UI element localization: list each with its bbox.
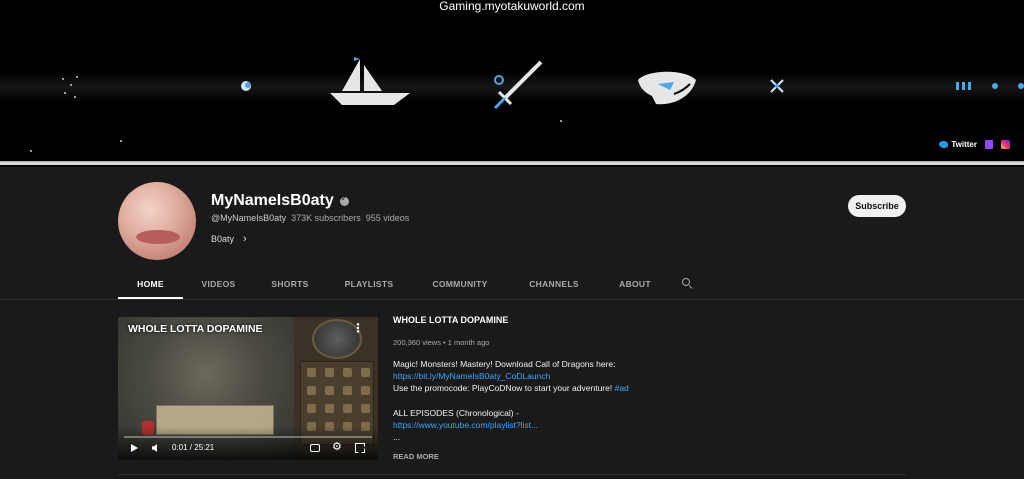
watermark: Gaming.myotakuworld.com	[439, 0, 585, 13]
captions-icon[interactable]	[310, 444, 320, 452]
twitter-link[interactable]: Twitter	[939, 140, 977, 149]
channel-meta: @MyNameIsB0aty 373K subscribers 955 vide…	[211, 213, 409, 223]
star	[74, 96, 76, 98]
time-display: 0:01 / 25:21	[172, 443, 215, 452]
twitter-icon	[939, 141, 949, 148]
moon-icon	[241, 81, 251, 91]
tab-community[interactable]: COMMUNITY	[412, 270, 508, 299]
section-divider	[118, 474, 906, 475]
banner-dots	[956, 82, 1024, 90]
video-count: 955 videos	[365, 213, 410, 223]
sailboat-icon	[330, 57, 410, 105]
progress-bar[interactable]	[124, 436, 372, 438]
channel-name: MyNameIsB0aty	[211, 192, 349, 210]
twitch-icon	[985, 140, 993, 149]
star	[62, 78, 64, 80]
tab-about[interactable]: ABOUT	[600, 270, 670, 299]
channel-tabs: HOME VIDEOS SHORTS PLAYLISTS COMMUNITY C…	[118, 270, 670, 299]
tab-playlists[interactable]: PLAYLISTS	[326, 270, 412, 299]
channel-name-text: MyNameIsB0aty	[211, 192, 334, 209]
tabs-divider	[0, 299, 1024, 300]
volume-icon[interactable]	[152, 444, 157, 452]
sword-icon	[493, 60, 543, 110]
desc-line: Magic! Monsters! Mastery! Download Call …	[393, 359, 616, 369]
player-controls: 0:01 / 25:21 ⚙	[118, 442, 378, 456]
channel-description-link[interactable]: B0aty ›	[211, 233, 247, 245]
star	[76, 76, 78, 78]
instagram-icon	[1001, 140, 1010, 149]
featured-video-title[interactable]: WHOLE LOTTA DOPAMINE	[393, 315, 733, 325]
channel-avatar[interactable]	[118, 182, 196, 260]
desc-line: ALL EPISODES (Chronological) -	[393, 408, 519, 418]
play-icon[interactable]	[131, 444, 138, 452]
subscriber-count: 373K subscribers	[291, 213, 361, 223]
fullscreen-icon[interactable]	[355, 443, 365, 453]
banner-social-links: Twitter	[939, 140, 1010, 149]
more-vert-icon[interactable]: ⋮	[352, 321, 364, 335]
twitter-label: Twitter	[951, 140, 977, 149]
desc-line: Use the promocode: PlayCoDNow to start y…	[393, 383, 613, 393]
star	[30, 150, 32, 152]
settings-gear-icon[interactable]: ⚙	[332, 442, 342, 453]
tab-channels[interactable]: CHANNELS	[508, 270, 600, 299]
player-title[interactable]: WHOLE LOTTA DOPAMINE	[128, 323, 263, 335]
tab-home[interactable]: HOME	[118, 270, 183, 299]
desc-link[interactable]: https://www.youtube.com/playlist?list...	[393, 420, 538, 430]
star	[70, 84, 72, 86]
chevron-right-icon: ›	[243, 233, 247, 245]
star	[64, 92, 66, 94]
star	[120, 140, 122, 142]
featured-video-info: WHOLE LOTTA DOPAMINE 200,360 views • 1 m…	[393, 315, 733, 461]
search-icon[interactable]	[682, 278, 693, 290]
featured-video-meta: 200,360 views • 1 month ago	[393, 338, 490, 347]
tab-videos[interactable]: VIDEOS	[183, 270, 254, 299]
avatar-detail	[136, 230, 180, 244]
read-more-button[interactable]: READ MORE	[393, 452, 733, 461]
channel-handle: @MyNameIsB0aty	[211, 213, 287, 223]
sparkle-icon	[770, 79, 784, 93]
featured-video-player[interactable]: WHOLE LOTTA DOPAMINE ⋮ 0:01 / 25:21 ⚙	[118, 317, 378, 460]
subscribe-button[interactable]: Subscribe	[848, 195, 906, 217]
instagram-link[interactable]	[1001, 140, 1010, 149]
channel-banner: Twitter	[0, 0, 1024, 167]
tab-shorts[interactable]: SHORTS	[254, 270, 326, 299]
star	[560, 120, 562, 122]
channel-link-label: B0aty	[211, 234, 235, 244]
twitch-link[interactable]	[985, 140, 993, 149]
banner-horizon	[0, 161, 1024, 165]
verified-icon	[339, 194, 349, 206]
hashtag-link[interactable]: #ad	[615, 383, 629, 393]
desc-link[interactable]: https://bit.ly/MyNameIsB0aty_CoDLaunch	[393, 371, 550, 381]
whale-icon	[638, 71, 696, 105]
desc-ellipsis: ...	[393, 432, 401, 442]
